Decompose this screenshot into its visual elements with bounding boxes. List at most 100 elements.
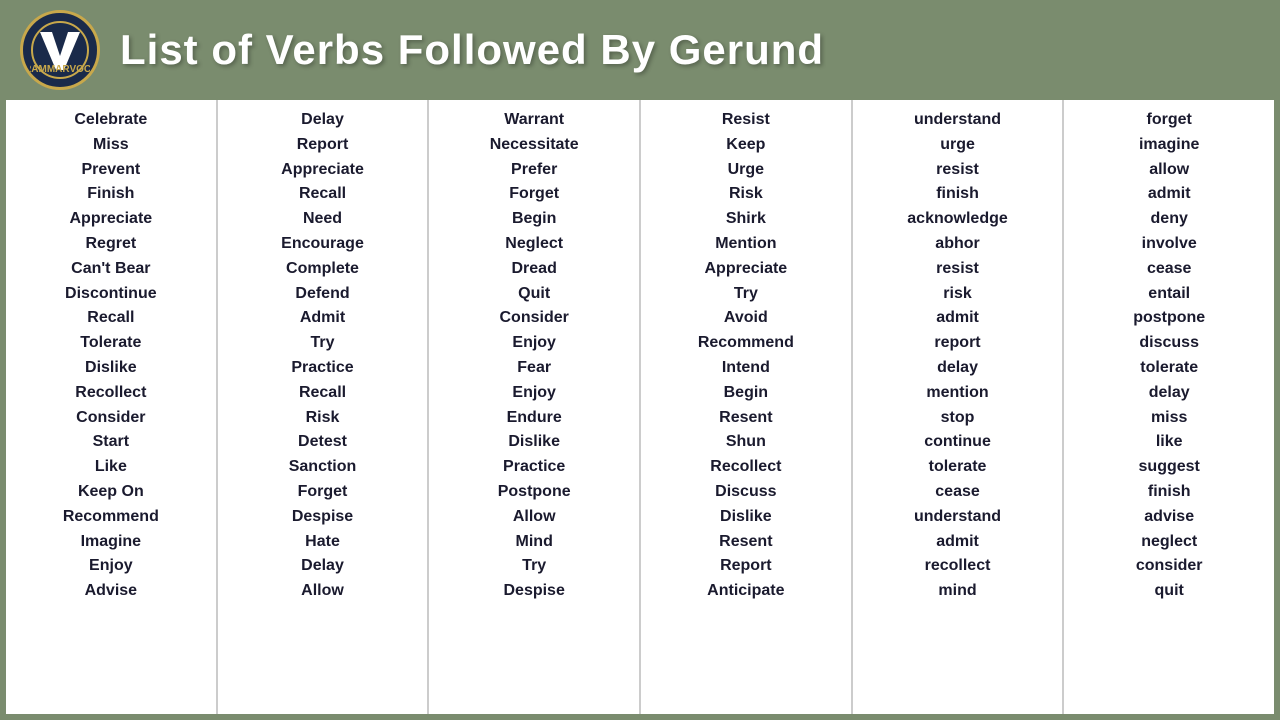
word-item: Recall <box>299 381 346 406</box>
word-item: discuss <box>1139 331 1199 356</box>
word-item: Appreciate <box>69 207 152 232</box>
word-item: consider <box>1136 554 1203 579</box>
word-item: Recall <box>87 306 134 331</box>
word-item: Enjoy <box>512 331 556 356</box>
column-6: forgetimagineallowadmitdenyinvolveceasee… <box>1064 100 1274 714</box>
word-item: abhor <box>935 232 979 257</box>
word-item: Practice <box>291 356 353 381</box>
word-item: cease <box>935 480 980 505</box>
word-item: tolerate <box>929 455 987 480</box>
content-area: CelebrateMissPreventFinishAppreciateRegr… <box>6 100 1274 714</box>
word-item: Endure <box>507 406 562 431</box>
word-item: Sanction <box>289 455 357 480</box>
word-item: Forget <box>509 182 559 207</box>
word-item: Recollect <box>75 381 146 406</box>
word-item: Recall <box>299 182 346 207</box>
word-item: Miss <box>93 133 129 158</box>
word-item: delay <box>1149 381 1190 406</box>
word-item: Postpone <box>498 480 571 505</box>
column-4: ResistKeepUrgeRiskShirkMentionAppreciate… <box>641 100 853 714</box>
word-item: Neglect <box>505 232 563 257</box>
word-item: Despise <box>503 579 564 604</box>
word-item: admit <box>936 306 979 331</box>
word-item: Appreciate <box>705 257 788 282</box>
word-item: Forget <box>298 480 348 505</box>
word-item: Defend <box>295 282 349 307</box>
word-item: cease <box>1147 257 1192 282</box>
word-item: Enjoy <box>512 381 556 406</box>
word-item: Practice <box>503 455 565 480</box>
word-item: Resent <box>719 530 772 555</box>
word-item: quit <box>1155 579 1184 604</box>
word-item: Mind <box>516 530 553 555</box>
word-item: Risk <box>729 182 763 207</box>
word-item: Shirk <box>726 207 766 232</box>
word-item: finish <box>1148 480 1191 505</box>
word-item: Encourage <box>281 232 364 257</box>
word-item: Avoid <box>724 306 768 331</box>
word-item: neglect <box>1141 530 1197 555</box>
word-item: Try <box>734 282 758 307</box>
word-item: Resent <box>719 406 772 431</box>
word-item: Enjoy <box>89 554 133 579</box>
word-item: recollect <box>925 554 991 579</box>
word-item: Keep <box>726 133 765 158</box>
page-title: List of Verbs Followed By Gerund <box>120 26 824 74</box>
word-item: Recommend <box>63 505 159 530</box>
column-3: WarrantNecessitatePreferForgetBeginNegle… <box>429 100 641 714</box>
word-item: imagine <box>1139 133 1199 158</box>
word-item: Dislike <box>720 505 772 530</box>
word-item: mind <box>938 579 976 604</box>
column-2: DelayReportAppreciateRecallNeedEncourage… <box>218 100 430 714</box>
word-item: Prefer <box>511 158 557 183</box>
word-item: Allow <box>301 579 344 604</box>
word-item: Consider <box>76 406 145 431</box>
word-item: Necessitate <box>490 133 579 158</box>
word-item: acknowledge <box>907 207 1007 232</box>
word-item: postpone <box>1133 306 1205 331</box>
word-item: Try <box>311 331 335 356</box>
word-item: advise <box>1144 505 1194 530</box>
word-item: Discontinue <box>65 282 157 307</box>
word-item: Start <box>93 430 129 455</box>
word-item: Like <box>95 455 127 480</box>
word-item: Prevent <box>81 158 140 183</box>
word-item: deny <box>1151 207 1188 232</box>
word-item: Report <box>720 554 772 579</box>
svg-text:GRAMMARVOCAT: GRAMMARVOCAT <box>30 64 90 75</box>
word-item: forget <box>1147 108 1192 133</box>
word-item: Tolerate <box>80 331 141 356</box>
logo: GRAMMARVOCAT <box>20 10 100 90</box>
word-item: Dislike <box>85 356 137 381</box>
word-item: Advise <box>85 579 137 604</box>
word-item: miss <box>1151 406 1187 431</box>
word-item: Mention <box>715 232 776 257</box>
header: GRAMMARVOCAT List of Verbs Followed By G… <box>0 0 1280 100</box>
word-item: Discuss <box>715 480 776 505</box>
word-item: Consider <box>500 306 569 331</box>
word-item: Admit <box>300 306 345 331</box>
word-item: Urge <box>728 158 764 183</box>
word-item: Risk <box>306 406 340 431</box>
word-item: report <box>934 331 980 356</box>
word-item: admit <box>936 530 979 555</box>
word-item: urge <box>940 133 975 158</box>
word-item: Dislike <box>508 430 560 455</box>
word-item: risk <box>943 282 971 307</box>
word-item: Begin <box>512 207 556 232</box>
word-item: resist <box>936 257 979 282</box>
word-item: like <box>1156 430 1183 455</box>
word-item: Intend <box>722 356 770 381</box>
word-item: Complete <box>286 257 359 282</box>
word-item: continue <box>924 430 991 455</box>
word-item: Resist <box>722 108 770 133</box>
word-item: stop <box>941 406 975 431</box>
word-item: Shun <box>726 430 766 455</box>
word-item: understand <box>914 505 1001 530</box>
column-5: understandurgeresistfinishacknowledgeabh… <box>853 100 1065 714</box>
word-item: Quit <box>518 282 550 307</box>
word-item: Hate <box>305 530 340 555</box>
word-item: entail <box>1148 282 1190 307</box>
word-item: Delay <box>301 554 344 579</box>
word-item: Delay <box>301 108 344 133</box>
